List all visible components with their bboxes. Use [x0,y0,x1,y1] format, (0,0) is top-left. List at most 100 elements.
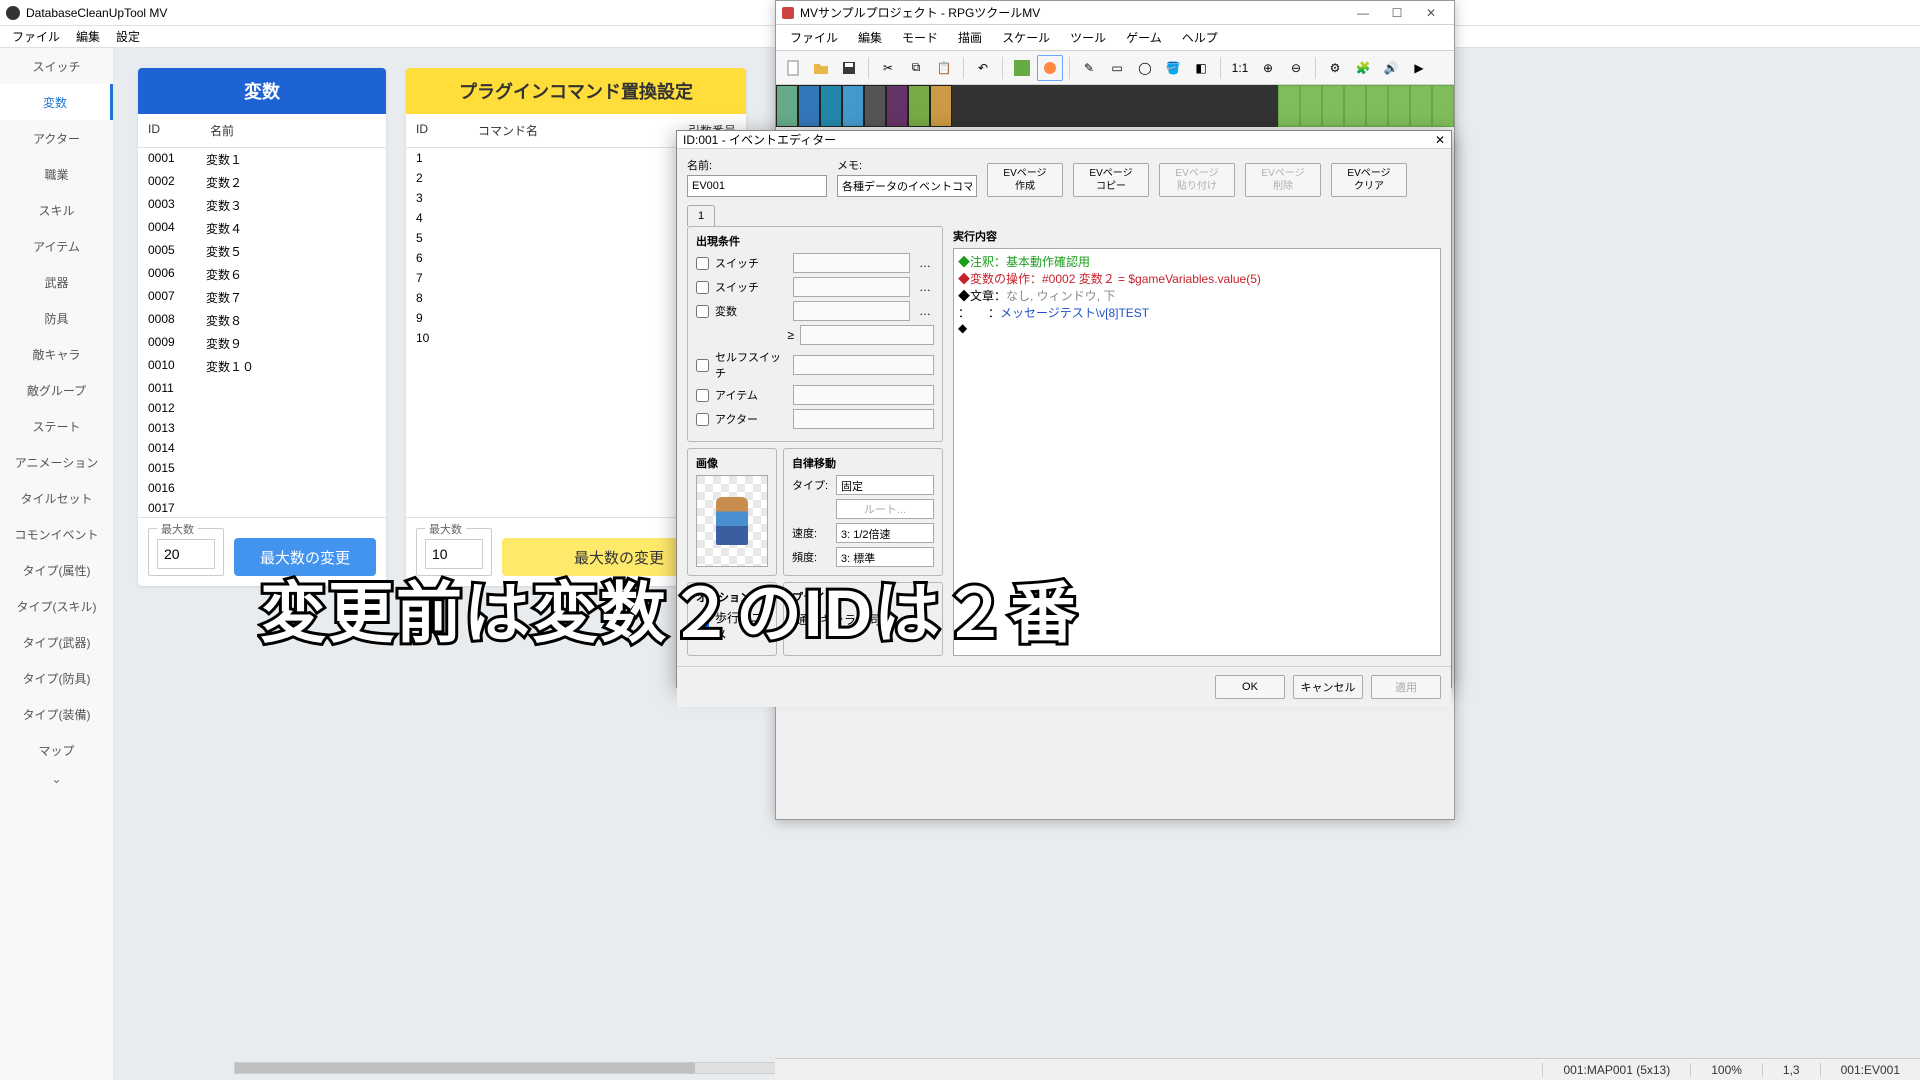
sidebar-item-9[interactable]: 敵グループ [0,372,113,408]
sidebar-item-0[interactable]: スイッチ [0,48,113,84]
sidebar-item-6[interactable]: 武器 [0,264,113,300]
list-item[interactable]: 0003変数３ [138,194,386,217]
zoom11-icon[interactable]: 1:1 [1227,55,1253,81]
cond-switch1-cb[interactable] [696,257,709,270]
blue-max-input[interactable] [157,539,215,569]
zoomout-icon[interactable]: ⊖ [1283,55,1309,81]
menu-file[interactable]: ファイル [4,28,68,45]
sidebar-item-4[interactable]: スキル [0,192,113,228]
cond-switch2-cb[interactable] [696,281,709,294]
sidebar-item-15[interactable]: タイプ(スキル) [0,588,113,624]
rpg-title-bar[interactable]: MVサンプルプロジェクト - RPGツクールMV — ☐ ✕ [776,1,1454,25]
rm-tool[interactable]: ツール [1060,29,1116,46]
cancel-button[interactable]: キャンセル [1293,675,1363,699]
auto-type-sel[interactable]: 固定 [836,475,934,495]
map-icon[interactable] [1009,55,1035,81]
sidebar-item-12[interactable]: タイルセット [0,480,113,516]
ok-button[interactable]: OK [1215,675,1285,699]
sidebar-item-13[interactable]: コモンイベント [0,516,113,552]
fill-icon[interactable]: 🪣 [1160,55,1186,81]
page-create-btn[interactable]: EVページ作成 [987,163,1063,197]
list-item[interactable]: 0014 [138,438,386,458]
map-grid[interactable] [1278,85,1454,127]
rm-draw[interactable]: 描画 [948,29,992,46]
rm-scale[interactable]: スケール [992,29,1060,46]
cond-var-sel[interactable] [793,301,910,321]
sidebar-item-3[interactable]: 職業 [0,156,113,192]
auto-route-btn[interactable]: ルート... [836,499,934,519]
menu-settings[interactable]: 設定 [108,28,148,45]
sound-icon[interactable]: 🔊 [1378,55,1404,81]
rm-help[interactable]: ヘルプ [1172,29,1228,46]
ev-close-icon[interactable]: ✕ [1435,133,1445,147]
col-name[interactable]: 名前 [210,122,234,139]
cond-actor-sel[interactable] [793,409,934,429]
pencil-icon[interactable]: ✎ [1076,55,1102,81]
close-icon[interactable]: ✕ [1414,6,1448,20]
list-item[interactable]: 0004変数４ [138,217,386,240]
sidebar-item-19[interactable]: マップ [0,732,113,768]
y-col-id[interactable]: ID [416,122,466,139]
list-item[interactable]: 0008変数８ [138,309,386,332]
event-image[interactable] [696,475,768,567]
list-item[interactable]: 0007変数７ [138,286,386,309]
blue-list[interactable]: 0001変数１0002変数２0003変数３0004変数４0005変数５0006変… [138,148,386,518]
cond-var-cb[interactable] [696,305,709,318]
sidebar-item-14[interactable]: タイプ(属性) [0,552,113,588]
sidebar-item-1[interactable]: 変数 [0,84,113,120]
cond-actor-cb[interactable] [696,413,709,426]
chevron-down-icon[interactable]: ⌄ [0,768,113,790]
list-item[interactable]: 0006変数６ [138,263,386,286]
cond-self-sel[interactable] [793,355,934,375]
event-icon[interactable] [1037,55,1063,81]
list-item[interactable]: 0010変数１０ [138,355,386,378]
sidebar-item-16[interactable]: タイプ(武器) [0,624,113,660]
new-icon[interactable] [780,55,806,81]
database-icon[interactable]: ⚙ [1322,55,1348,81]
cond-self-cb[interactable] [696,359,709,372]
ellipse-icon[interactable]: ◯ [1132,55,1158,81]
cut-icon[interactable]: ✂ [875,55,901,81]
cond-switch1-sel[interactable] [793,253,910,273]
list-item[interactable]: 0013 [138,418,386,438]
y-col-cmd[interactable]: コマンド名 [478,122,676,139]
plugin-icon[interactable]: 🧩 [1350,55,1376,81]
list-item[interactable]: 0001変数１ [138,148,386,171]
rect-icon[interactable]: ▭ [1104,55,1130,81]
ev-title-bar[interactable]: ID:001 - イベントエディター ✕ [677,131,1451,149]
open-icon[interactable] [808,55,834,81]
list-item[interactable]: 0011 [138,378,386,398]
page-paste-btn[interactable]: EVページ貼り付け [1159,163,1235,197]
paste-icon[interactable]: 📋 [931,55,957,81]
apply-button[interactable]: 適用 [1371,675,1441,699]
cond-item-cb[interactable] [696,389,709,402]
sidebar-item-5[interactable]: アイテム [0,228,113,264]
list-item[interactable]: 0002変数２ [138,171,386,194]
ev-memo-input[interactable] [837,175,977,197]
page-copy-btn[interactable]: EVページコピー [1073,163,1149,197]
col-id[interactable]: ID [148,122,198,139]
rm-game[interactable]: ゲーム [1116,29,1172,46]
copy-icon[interactable]: ⧉ [903,55,929,81]
list-item[interactable]: 0012 [138,398,386,418]
ev-tab-1[interactable]: 1 [687,205,715,226]
play-icon[interactable]: ▶ [1406,55,1432,81]
page-clear-btn[interactable]: EVページクリア [1331,163,1407,197]
cond-switch2-sel[interactable] [793,277,910,297]
min-icon[interactable]: — [1346,6,1380,20]
sidebar-item-8[interactable]: 敵キャラ [0,336,113,372]
sidebar-item-7[interactable]: 防具 [0,300,113,336]
zoomin-icon[interactable]: ⊕ [1255,55,1281,81]
tile-palette[interactable] [776,85,952,127]
cond-var-val[interactable] [800,325,934,345]
list-item[interactable]: 0017 [138,498,386,518]
rm-file[interactable]: ファイル [780,29,848,46]
max-icon[interactable]: ☐ [1380,6,1414,20]
save-icon[interactable] [836,55,862,81]
undo-icon[interactable]: ↶ [970,55,996,81]
rm-edit[interactable]: 編集 [848,29,892,46]
shadow-icon[interactable]: ◧ [1188,55,1214,81]
sidebar-item-2[interactable]: アクター [0,120,113,156]
list-item[interactable]: 0015 [138,458,386,478]
cond-item-sel[interactable] [793,385,934,405]
